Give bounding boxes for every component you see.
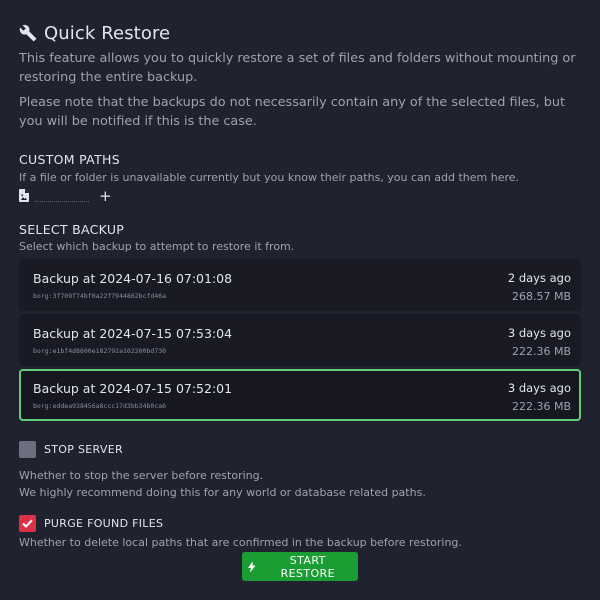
stop-server-option: STOP SERVER bbox=[19, 439, 581, 459]
checkmark-icon bbox=[22, 519, 33, 528]
backup-size: 222.36 MB bbox=[511, 345, 571, 358]
stop-server-checkbox[interactable] bbox=[19, 440, 36, 458]
custom-paths-section: CUSTOM PATHS If a file or folder is unav… bbox=[19, 152, 581, 204]
backup-name: Backup at 2024-07-16 07:01:08 bbox=[33, 271, 233, 286]
backup-age: 2 days ago bbox=[507, 271, 571, 285]
custom-paths-help: If a file or folder is unavailable curre… bbox=[19, 171, 520, 184]
stop-server-label: STOP SERVER bbox=[44, 442, 123, 456]
purge-option: PURGE FOUND FILES bbox=[19, 513, 581, 533]
purge-label: PURGE FOUND FILES bbox=[44, 516, 164, 530]
backup-option[interactable]: Backup at 2024-07-16 07:01:08 borg:3f709… bbox=[19, 259, 581, 311]
title-row: Quick Restore bbox=[19, 20, 581, 46]
select-backup-title: SELECT BACKUP bbox=[19, 222, 125, 237]
stop-server-desc: Whether to stop the server before restor… bbox=[19, 469, 264, 482]
wrench-icon bbox=[19, 24, 37, 42]
start-restore-button[interactable]: START RESTORE bbox=[242, 552, 358, 581]
start-restore-label: START RESTORE bbox=[280, 553, 335, 580]
custom-path-row: + bbox=[19, 188, 581, 204]
backup-option[interactable]: Backup at 2024-07-15 07:53:04 borg:e1bf4… bbox=[19, 314, 581, 366]
select-backup-help: Select which backup to attempt to restor… bbox=[19, 240, 295, 253]
backup-size: 222.36 MB bbox=[511, 400, 571, 413]
file-icon bbox=[19, 187, 29, 206]
backup-size: 268.57 MB bbox=[511, 290, 571, 303]
quick-restore-panel: Quick Restore This feature allows you to… bbox=[0, 0, 600, 600]
backup-note: Please note that the backups do not nece… bbox=[19, 95, 565, 129]
backup-name: Backup at 2024-07-15 07:52:01 bbox=[33, 381, 233, 396]
backup-option-selected[interactable]: Backup at 2024-07-15 07:52:01 borg:eddea… bbox=[19, 369, 581, 421]
backup-id: borg:e1bf4d8600e182792a102200bd730 bbox=[33, 347, 167, 355]
custom-path-input[interactable] bbox=[35, 190, 89, 202]
backup-name: Backup at 2024-07-15 07:53:04 bbox=[33, 326, 233, 341]
custom-paths-title: CUSTOM PATHS bbox=[19, 152, 120, 167]
plus-icon[interactable]: + bbox=[99, 189, 112, 204]
backup-age: 3 days ago bbox=[507, 381, 571, 395]
purge-desc: Whether to delete local paths that are c… bbox=[19, 536, 462, 549]
backup-id: borg:eddea938456a8ccc17d3bb34b0ca6 bbox=[33, 402, 167, 410]
backup-age: 3 days ago bbox=[507, 326, 571, 340]
select-backup-section: SELECT BACKUP Select which backup to att… bbox=[19, 222, 581, 421]
stop-server-recommendation: We highly recommend doing this for any w… bbox=[19, 486, 426, 499]
backup-list: Backup at 2024-07-16 07:01:08 borg:3f709… bbox=[19, 259, 581, 421]
lightning-bolt-icon bbox=[248, 560, 256, 573]
feature-description: This feature allows you to quickly resto… bbox=[19, 51, 576, 85]
backup-id: borg:3f709f74bf0a22f7944862bcfd46a bbox=[33, 292, 167, 300]
purge-checkbox[interactable] bbox=[19, 514, 36, 532]
page-title: Quick Restore bbox=[44, 22, 171, 44]
